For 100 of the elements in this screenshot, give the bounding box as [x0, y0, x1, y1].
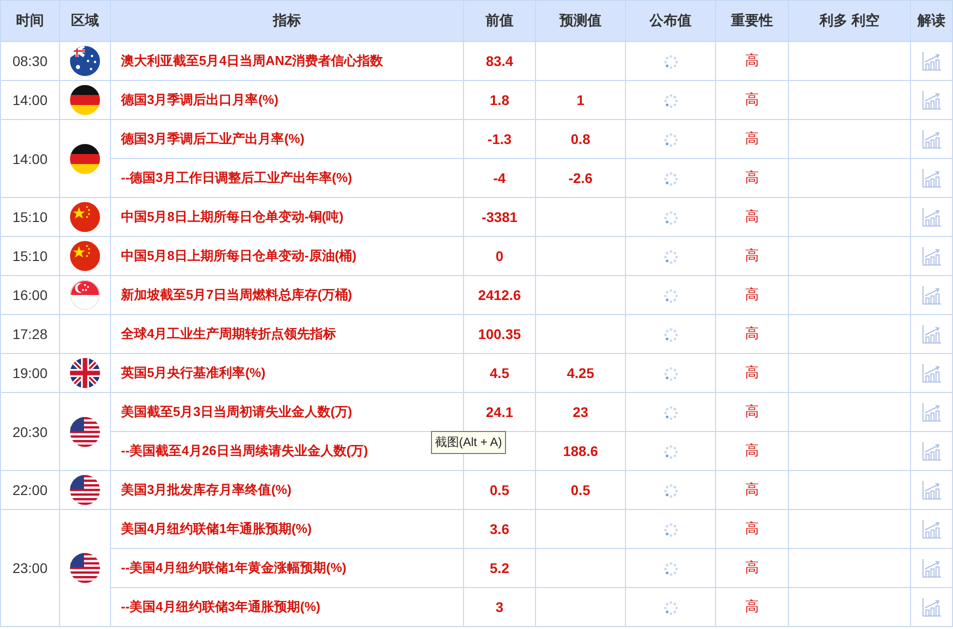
- flag-icon: [70, 241, 100, 271]
- table-cell: 2412.6: [464, 276, 536, 314]
- table-cell: 1.8: [464, 80, 536, 120]
- indicator-link[interactable]: 美国4月纽约联储1年通胀预期(%): [110, 510, 464, 548]
- column-header: 预测值: [536, 0, 626, 42]
- table-cell: 高: [716, 120, 788, 158]
- chart-icon[interactable]: [922, 519, 942, 539]
- table-cell: 高: [716, 354, 788, 392]
- table-cell: 0: [464, 236, 536, 276]
- table-cell: 23:00: [0, 510, 60, 626]
- loading-icon: [664, 250, 678, 264]
- indicator-link[interactable]: 中国5月8日上期所每日仓单变动-原油(桶): [110, 236, 464, 276]
- indicator-link[interactable]: 新加坡截至5月7日当周燃料总库存(万桶): [110, 276, 464, 314]
- tooltip: 截图(Alt + A): [431, 431, 506, 454]
- loading-icon: [664, 444, 678, 459]
- chart-icon[interactable]: [922, 597, 942, 617]
- table-cell: -4: [464, 158, 536, 198]
- loading-icon: [664, 288, 678, 303]
- chart-icon[interactable]: [922, 207, 942, 227]
- flag-icon: [70, 144, 100, 174]
- chart-icon[interactable]: [922, 480, 942, 500]
- table-cell: 高: [716, 510, 788, 548]
- table-cell: 4.25: [536, 354, 626, 392]
- indicator-link[interactable]: --美国4月纽约联储1年黄金涨幅预期(%): [110, 548, 464, 588]
- flag-icon: [70, 280, 100, 310]
- chart-icon[interactable]: [922, 246, 942, 266]
- table-cell: 14:00: [0, 120, 60, 198]
- chart-icon[interactable]: [922, 285, 942, 305]
- chart-icon[interactable]: [922, 51, 942, 71]
- table-cell: 高: [716, 80, 788, 120]
- column-header: 重要性: [716, 0, 788, 42]
- table-cell: 高: [716, 588, 788, 626]
- flag-icon: [70, 202, 100, 232]
- column-header: 解读: [910, 0, 952, 42]
- loading-icon: [664, 522, 678, 537]
- table-cell: 5.2: [464, 548, 536, 588]
- chart-icon[interactable]: [922, 90, 942, 110]
- table-cell: 4.5: [464, 354, 536, 392]
- chart-icon[interactable]: [922, 402, 942, 422]
- table-cell: 高: [716, 158, 788, 198]
- chart-icon[interactable]: [922, 324, 942, 344]
- loading-icon: [664, 406, 678, 420]
- indicator-link[interactable]: --美国4月纽约联储3年通胀预期(%): [110, 588, 464, 626]
- table-cell: 188.6: [536, 432, 626, 470]
- table-cell: 19:00: [0, 354, 60, 392]
- column-header: 利多 利空: [788, 0, 910, 42]
- column-header: 指标: [110, 0, 464, 42]
- indicator-link[interactable]: --德国3月工作日调整后工业产出年率(%): [110, 158, 464, 198]
- loading-icon: [664, 366, 678, 381]
- table-cell: 高: [716, 470, 788, 510]
- table-cell: 高: [716, 198, 788, 236]
- table-cell: 高: [716, 314, 788, 354]
- flag-icon: [70, 85, 100, 115]
- indicator-link[interactable]: 全球4月工业生产周期转折点领先指标: [110, 314, 464, 354]
- loading-icon: [664, 484, 678, 498]
- table-cell: -2.6: [536, 158, 626, 198]
- column-header: 公布值: [626, 0, 716, 42]
- flag-icon: [70, 416, 100, 446]
- chart-icon[interactable]: [922, 129, 942, 149]
- table-cell: 0.5: [536, 470, 626, 510]
- table-cell: 14:00: [0, 80, 60, 120]
- column-header: 时间: [0, 0, 60, 42]
- indicator-link[interactable]: 美国3月批发库存月率终值(%): [110, 470, 464, 510]
- table-cell: 23: [536, 392, 626, 432]
- table-cell: 20:30: [0, 392, 60, 470]
- table-cell: 08:30: [0, 42, 60, 80]
- chart-icon[interactable]: [922, 363, 942, 383]
- column-header: 前值: [464, 0, 536, 42]
- indicator-link[interactable]: 澳大利亚截至5月4日当周ANZ消费者信心指数: [110, 42, 464, 80]
- chart-icon[interactable]: [922, 558, 942, 578]
- loading-icon: [664, 562, 678, 576]
- loading-icon: [664, 172, 678, 186]
- table-cell: 22:00: [0, 470, 60, 510]
- table-cell: 15:10: [0, 236, 60, 276]
- table-cell: 16:00: [0, 276, 60, 314]
- table-cell: 3.6: [464, 510, 536, 548]
- column-header: 区域: [60, 0, 110, 42]
- flag-icon: [70, 475, 100, 505]
- flag-icon: [70, 358, 100, 388]
- table-cell: 0.5: [464, 470, 536, 510]
- table-cell: 高: [716, 548, 788, 588]
- chart-icon[interactable]: [922, 441, 942, 461]
- table-cell: 15:10: [0, 198, 60, 236]
- table-cell: 1: [536, 80, 626, 120]
- indicator-link[interactable]: 中国5月8日上期所每日仓单变动-铜(吨): [110, 198, 464, 236]
- chart-icon[interactable]: [922, 168, 942, 188]
- loading-icon: [664, 210, 678, 225]
- indicator-link[interactable]: 英国5月央行基准利率(%): [110, 354, 464, 392]
- table-cell: 0.8: [536, 120, 626, 158]
- indicator-link[interactable]: 德国3月季调后出口月率(%): [110, 80, 464, 120]
- loading-icon: [664, 600, 678, 615]
- loading-icon: [664, 328, 678, 342]
- table-cell: -1.3: [464, 120, 536, 158]
- table-cell: 83.4: [464, 42, 536, 80]
- table-cell: 高: [716, 42, 788, 80]
- indicator-link[interactable]: 德国3月季调后工业产出月率(%): [110, 120, 464, 158]
- table-cell: 高: [716, 392, 788, 432]
- loading-icon: [664, 132, 678, 147]
- flag-icon: [70, 553, 100, 583]
- flag-icon: [70, 46, 100, 76]
